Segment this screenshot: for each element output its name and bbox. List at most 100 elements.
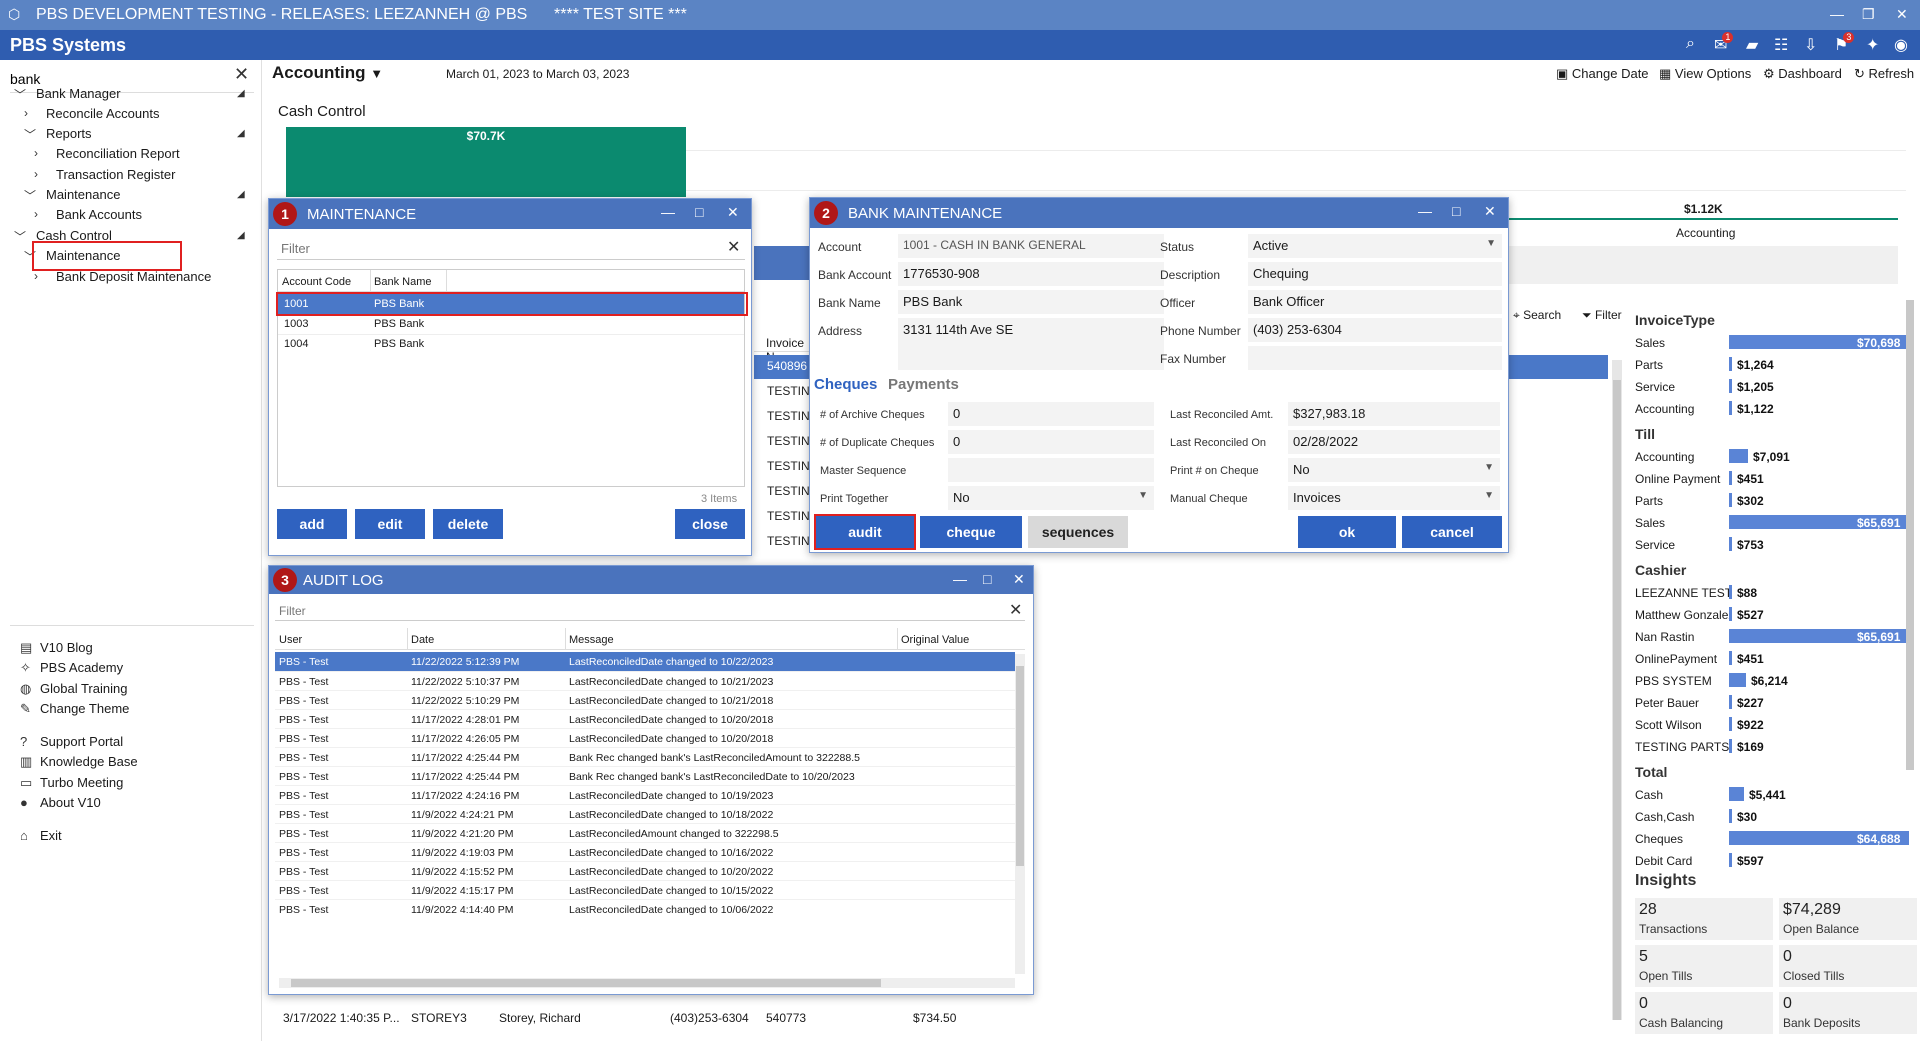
clear-search-icon[interactable]: ✕	[234, 64, 249, 85]
phone-field[interactable]: (403) 253-6304	[1248, 318, 1502, 342]
summary-row[interactable]: Service $1,205	[1627, 378, 1907, 396]
close-button[interactable]: close	[675, 509, 745, 539]
filter-link[interactable]: ⏷ Filter	[1582, 308, 1622, 323]
sequences-button[interactable]: sequences	[1028, 516, 1128, 548]
search-link[interactable]: ⌖ Search	[1513, 308, 1561, 323]
link-knowledge-base[interactable]: ▥ Knowledge Base	[20, 754, 138, 770]
audit-row[interactable]: PBS - Test 11/9/2022 4:15:52 PM LastReconc…	[275, 861, 1015, 880]
summary-row[interactable]: Accounting $7,091	[1627, 448, 1907, 466]
clear-filter-icon[interactable]: ✕	[727, 237, 740, 257]
summary-row[interactable]: Nan Rastin $65,691	[1627, 628, 1909, 646]
mail-icon[interactable]: ✉ 1	[1714, 32, 1734, 55]
eye-icon[interactable]: ◉	[1894, 35, 1908, 55]
module-selector[interactable]: Accounting ▼	[272, 63, 383, 83]
dashboard-button[interactable]: ⚙ Dashboard	[1763, 66, 1842, 82]
description-field[interactable]: Chequing	[1248, 262, 1502, 286]
audit-row[interactable]: PBS - Test 11/9/2022 4:19:03 PM LastReconc…	[275, 842, 1015, 861]
last-reconciled-on-field[interactable]: 02/28/2022	[1288, 430, 1500, 454]
maximize-icon[interactable]: □	[983, 571, 991, 587]
audit-scroll-thumb[interactable]	[1016, 666, 1024, 866]
close-icon[interactable]: ✕	[727, 204, 739, 221]
close-icon[interactable]: ✕	[1013, 571, 1025, 588]
insight-open-balance[interactable]: $74,289 Open Balance	[1779, 898, 1917, 940]
refresh-button[interactable]: ↻ Refresh	[1854, 66, 1914, 82]
filter-input[interactable]: Filter	[281, 241, 310, 256]
link-support-portal[interactable]: ? Support Portal	[20, 734, 123, 749]
audit-row[interactable]: PBS - Test 11/17/2022 4:24:16 PM LastRecon…	[275, 785, 1015, 804]
sidebar-item-maintenance[interactable]: ﹀ Maintenance ◢	[0, 187, 255, 205]
audit-row[interactable]: PBS - Test 11/9/2022 4:24:21 PM LastReconc…	[275, 804, 1015, 823]
ok-button[interactable]: ok	[1298, 516, 1396, 548]
summary-row[interactable]: Peter Bauer $227	[1627, 694, 1907, 712]
duplicate-cheques-field[interactable]: 0	[948, 430, 1154, 454]
link-about-v10[interactable]: ● About V10	[20, 795, 101, 810]
flag-icon[interactable]: ⚑ 3	[1834, 32, 1855, 55]
edit-button[interactable]: edit	[355, 509, 425, 539]
table-row[interactable]: 1003 PBS Bank	[278, 314, 744, 334]
add-button[interactable]: add	[277, 509, 347, 539]
summary-row[interactable]: Scott Wilson $922	[1627, 716, 1907, 734]
tab-cheques[interactable]: Cheques	[814, 376, 877, 393]
summary-row[interactable]: Parts $302	[1627, 492, 1907, 510]
summary-row[interactable]: Parts $1,264	[1627, 356, 1907, 374]
audit-row[interactable]: PBS - Test 11/9/2022 4:15:17 PM LastReconc…	[275, 880, 1015, 899]
minimize-icon[interactable]: —	[1830, 6, 1844, 22]
audit-row[interactable]: PBS - Test 11/9/2022 4:21:20 PM LastReconc…	[275, 823, 1015, 842]
link-change-theme[interactable]: ✎ Change Theme	[20, 701, 129, 717]
summary-row[interactable]: Service $753	[1627, 536, 1907, 554]
archive-cheques-field[interactable]: 0	[948, 402, 1154, 426]
summary-row[interactable]: LEEZANNE TEST $88	[1627, 584, 1907, 602]
link-v10-blog[interactable]: ▤ V10 Blog	[20, 640, 93, 656]
pin-icon[interactable]: ✦	[1866, 35, 1879, 55]
audit-row[interactable]: PBS - Test 11/17/2022 4:25:44 PM Bank Rec …	[275, 766, 1015, 785]
summary-row[interactable]: Sales $65,691	[1627, 514, 1909, 532]
audit-row[interactable]: PBS - Test 11/17/2022 4:28:01 PM LastRecon…	[275, 709, 1015, 728]
summary-row[interactable]: Cheques $64,688	[1627, 830, 1909, 848]
summary-row[interactable]: Matthew Gonzalez $527	[1627, 606, 1907, 624]
audit-row[interactable]: PBS - Test 11/22/2022 5:10:37 PM LastRecon…	[275, 671, 1015, 690]
sidebar-item-transaction-register[interactable]: › Transaction Register	[0, 167, 255, 185]
summary-row[interactable]: OnlinePayment $451	[1627, 650, 1907, 668]
audit-row[interactable]: PBS - Test 11/22/2022 5:12:39 PM LastRecon…	[275, 652, 1015, 671]
sidebar-item-bank-deposit-maintenance[interactable]: › Bank Deposit Maintenance	[0, 269, 255, 287]
summary-row[interactable]: Cash $5,441	[1627, 786, 1907, 804]
minimize-icon[interactable]: —	[661, 204, 675, 220]
search-icon[interactable]: ⌕	[1686, 35, 1695, 53]
filter-input[interactable]: Filter	[279, 604, 306, 618]
sidebar-item-bank-accounts[interactable]: › Bank Accounts	[0, 207, 255, 225]
scrollbar-thumb[interactable]	[1613, 380, 1621, 1020]
insight-open-tills[interactable]: 5 Open Tills	[1635, 945, 1773, 987]
maximize-icon[interactable]: ❐	[1862, 6, 1875, 23]
address-field[interactable]: 3131 114th Ave SE	[898, 318, 1164, 370]
inbox-icon[interactable]: ⇩	[1804, 35, 1817, 55]
audit-row[interactable]: PBS - Test 11/17/2022 4:26:05 PM LastRecon…	[275, 728, 1015, 747]
minimize-icon[interactable]: —	[1418, 203, 1432, 219]
clear-filter-icon[interactable]: ✕	[1009, 600, 1022, 620]
audit-row[interactable]: PBS - Test 11/9/2022 4:14:40 PM LastReconc…	[275, 899, 1015, 918]
manual-cheque-select[interactable]: Invoices ▼	[1288, 486, 1500, 510]
link-global-training[interactable]: ◍ Global Training	[20, 681, 127, 697]
officer-field[interactable]: Bank Officer	[1248, 290, 1502, 314]
summary-row[interactable]: Accounting $1,122	[1627, 400, 1907, 418]
close-icon[interactable]: ✕	[1484, 203, 1496, 220]
right-scrollbar[interactable]	[1906, 300, 1914, 770]
sidebar-item-reconcile-accounts[interactable]: › Reconcile Accounts	[0, 106, 255, 124]
insight-cash-balancing[interactable]: 0 Cash Balancing	[1635, 992, 1773, 1034]
summary-row[interactable]: PBS SYSTEM $6,214	[1627, 672, 1907, 690]
bank-name-field[interactable]: PBS Bank	[898, 290, 1164, 314]
change-date-button[interactable]: ▣ Change Date	[1556, 66, 1649, 82]
audit-hscroll-thumb[interactable]	[291, 979, 881, 987]
link-pbs-academy[interactable]: ✧ PBS Academy	[20, 660, 123, 676]
print-together-select[interactable]: No ▼	[948, 486, 1154, 510]
sidebar-item-reports[interactable]: ﹀ Reports ◢	[0, 126, 255, 144]
link-exit[interactable]: ⌂ Exit	[20, 828, 62, 843]
status-select[interactable]: Active ▼	[1248, 234, 1502, 258]
close-icon[interactable]: ✕	[1896, 6, 1908, 23]
cheque-button[interactable]: cheque	[920, 516, 1022, 548]
audit-row[interactable]: PBS - Test 11/22/2022 5:10:29 PM LastRecon…	[275, 690, 1015, 709]
table-row[interactable]: 1004 PBS Bank	[278, 334, 744, 354]
print-number-select[interactable]: No ▼	[1288, 458, 1500, 482]
users-icon[interactable]: ☷	[1774, 35, 1788, 55]
summary-row[interactable]: Online Payment $451	[1627, 470, 1907, 488]
minimize-icon[interactable]: —	[953, 571, 967, 587]
